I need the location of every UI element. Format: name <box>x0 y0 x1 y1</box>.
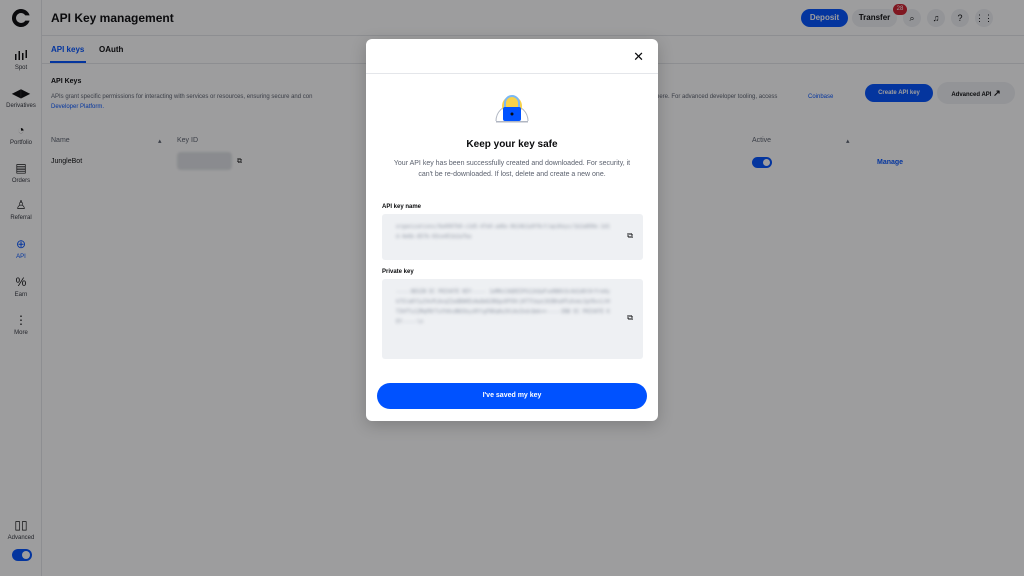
modal-description: Your API key has been successfully creat… <box>393 160 631 178</box>
private-key-value: -----BEGIN EC PRIVATE KEY----- 1eMHcCAQE… <box>396 289 610 325</box>
api-key-name-field: organizations/9a4997b0-c1d5-47e0-ad6e-0b… <box>382 214 643 260</box>
lock-icon <box>495 95 529 123</box>
close-icon[interactable]: ✕ <box>633 49 644 65</box>
copy-icon[interactable]: ⧉ <box>627 231 633 241</box>
saved-key-button[interactable]: I've saved my key <box>377 383 647 409</box>
modal-divider <box>366 73 658 74</box>
private-key-label: Private key <box>382 269 414 275</box>
private-key-field: -----BEGIN EC PRIVATE KEY----- 1eMHcCAQE… <box>382 279 643 359</box>
modal-title: Keep your key safe <box>466 139 558 150</box>
api-key-name-label: API key name <box>382 204 422 210</box>
key-safe-modal: ✕ Keep your key safe Your API key has be… <box>366 39 658 421</box>
api-key-name-value: organizations/9a4997b0-c1d5-47e0-ad6e-0b… <box>396 224 610 240</box>
copy-icon[interactable]: ⧉ <box>627 313 633 323</box>
